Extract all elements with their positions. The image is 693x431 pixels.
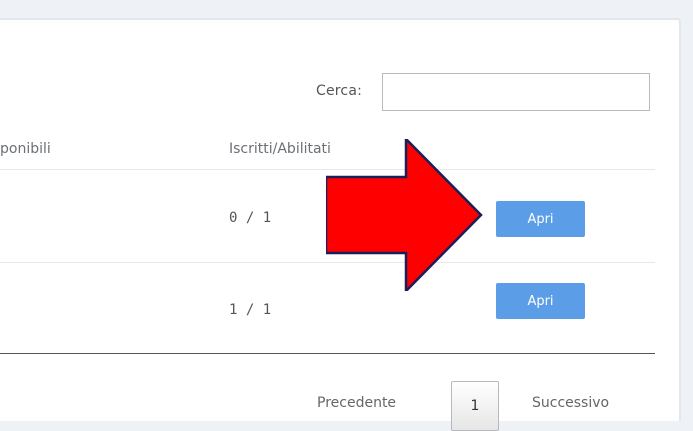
pagination-page-1[interactable]: 1 — [451, 381, 499, 431]
red-arrow-right-icon — [326, 139, 483, 291]
table-row-2-enrolled: 1 / 1 — [229, 302, 272, 318]
search-label: Cerca: — [316, 83, 363, 99]
pagination-next[interactable]: Successivo — [532, 395, 609, 411]
open-button-row-1[interactable]: Apri — [496, 201, 585, 237]
column-header-enrolled[interactable]: Iscritti/Abilitati — [229, 141, 331, 157]
pagination-previous[interactable]: Precedente — [317, 395, 396, 411]
search-input[interactable] — [382, 73, 650, 111]
column-header-available[interactable]: ponibili — [0, 141, 51, 157]
open-button-row-2[interactable]: Apri — [496, 283, 585, 319]
table-row-1-enrolled: 0 / 1 — [229, 210, 272, 226]
table-footer-divider — [0, 353, 655, 354]
